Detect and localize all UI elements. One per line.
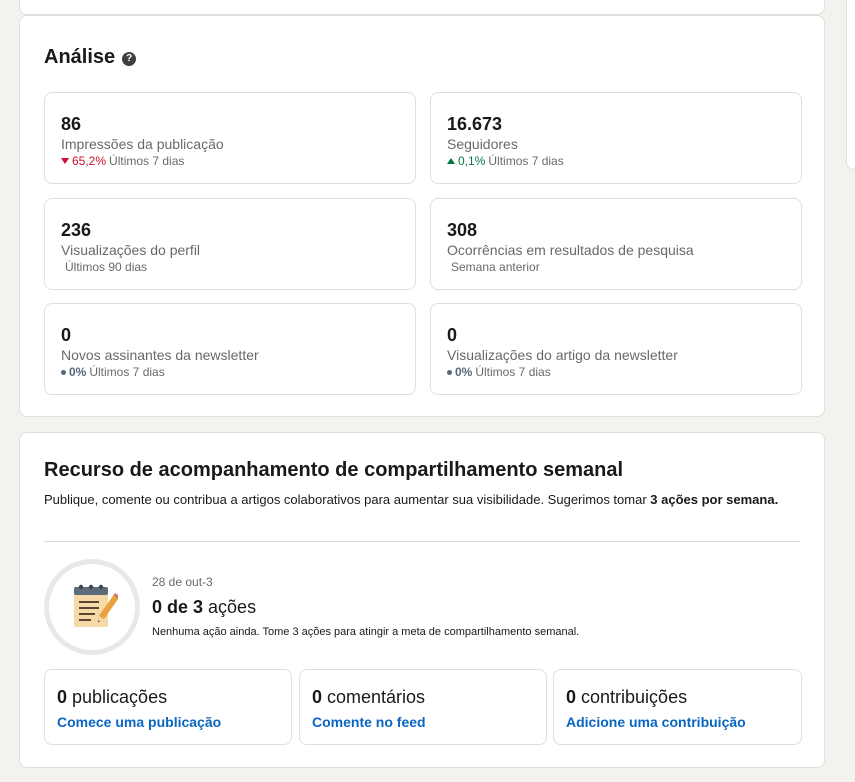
metric-post-impressions[interactable]: 86 Impressões da publicação 65,2% Último… (44, 92, 416, 184)
metric-value: 236 (61, 220, 92, 240)
metric-value: 0 (447, 325, 458, 345)
actions-word: ações (203, 597, 257, 617)
comments-box: 0 comentários Comente no feed (299, 669, 547, 745)
metric-value: 308 (447, 220, 478, 240)
metric-profile-views[interactable]: 236 Visualizações do perfil Últimos 90 d… (44, 198, 416, 290)
posts-count: 0 publicações (57, 686, 279, 708)
previous-card (19, 0, 825, 15)
metric-trend: 0% Últimos 7 dias (61, 364, 399, 380)
week-range: 28 de out-3 (152, 575, 213, 589)
metric-trend: 0% Últimos 7 dias (447, 364, 785, 380)
metric-followers[interactable]: 16.673 Seguidores 0,1% Últimos 7 dias (430, 92, 802, 184)
tracker-description-text: Publique, comente ou contribua a artigos… (44, 492, 651, 507)
progress-message: Nenhuma ação ainda. Tome 3 ações para at… (152, 626, 580, 638)
actions-progress: 0 de 3 ações (152, 597, 256, 618)
analytics-title-text: Análise (44, 46, 116, 68)
contributions-count: 0 contribuições (566, 686, 789, 708)
count-unit: publicações (67, 687, 168, 707)
metric-label: Ocorrências em resultados de pesquisa (447, 242, 694, 258)
metric-change: 0% (455, 365, 473, 379)
weekly-sharing-tracker-card: Recurso de acompanhamento de compartilha… (19, 432, 825, 768)
count-unit: contribuições (576, 687, 688, 707)
metric-change: 0,1% (458, 154, 486, 168)
trend-up-icon (447, 158, 455, 164)
count-number: 0 (57, 687, 68, 707)
metric-label: Novos assinantes da newsletter (61, 347, 259, 363)
metric-label: Impressões da publicação (61, 136, 224, 152)
progress-ring (44, 559, 140, 655)
metric-period: Últimos 7 dias (109, 154, 185, 168)
trend-neutral-icon (447, 369, 452, 375)
metric-period: Semana anterior (451, 260, 540, 274)
metric-label: Visualizações do perfil (61, 242, 201, 258)
comment-feed-link[interactable]: Comente no feed (312, 714, 534, 730)
metric-trend: 0,1% Últimos 7 dias (447, 153, 785, 169)
metric-label: Seguidores (447, 136, 518, 152)
metric-trend: 65,2% Últimos 7 dias (61, 153, 399, 169)
divider (44, 541, 800, 542)
count-number: 0 (312, 687, 323, 707)
metric-newsletter-subscribers[interactable]: 0 Novos assinantes da newsletter 0% Últi… (44, 303, 416, 395)
count-number: 0 (566, 687, 577, 707)
contributions-box: 0 contribuições Adicione uma contribuiçã… (553, 669, 802, 745)
metric-period: Últimos 7 dias (89, 365, 165, 379)
right-column-card-edge (846, 0, 855, 170)
comments-count: 0 comentários (312, 686, 534, 708)
metric-period: Últimos 7 dias (488, 154, 564, 168)
analytics-title: Análise ? (44, 46, 137, 69)
metric-newsletter-article-views[interactable]: 0 Visualizações do artigo da newsletter … (430, 303, 802, 395)
start-post-link[interactable]: Comece uma publicação (57, 714, 279, 730)
actions-done: 0 de 3 (152, 597, 204, 617)
help-icon[interactable]: ? (122, 51, 137, 66)
trend-neutral-icon (61, 369, 66, 375)
tracker-description-goal: 3 ações por semana. (650, 492, 779, 507)
metric-label: Visualizações do artigo da newsletter (447, 347, 678, 363)
trend-down-icon (61, 158, 69, 164)
posts-box: 0 publicações Comece uma publicação (44, 669, 292, 745)
metric-value: 0 (61, 325, 72, 345)
tracker-description: Publique, comente ou contribua a artigos… (44, 491, 784, 509)
metric-value: 16.673 (447, 114, 503, 134)
metric-period: Últimos 90 dias (65, 260, 148, 274)
add-contribution-link[interactable]: Adicione uma contribuição (566, 714, 789, 730)
metric-period: Últimos 7 dias (475, 365, 551, 379)
notepad-pencil-icon (74, 584, 118, 627)
metric-change: 0% (69, 365, 87, 379)
metric-search-appearances[interactable]: 308 Ocorrências em resultados de pesquis… (430, 198, 802, 290)
analytics-card: Análise ? 86 Impressões da publicação 65… (19, 15, 825, 417)
count-unit: comentários (322, 687, 426, 707)
metric-value: 86 (61, 114, 82, 134)
metric-change: 65,2% (72, 154, 107, 168)
tracker-title: Recurso de acompanhamento de compartilha… (44, 459, 624, 481)
